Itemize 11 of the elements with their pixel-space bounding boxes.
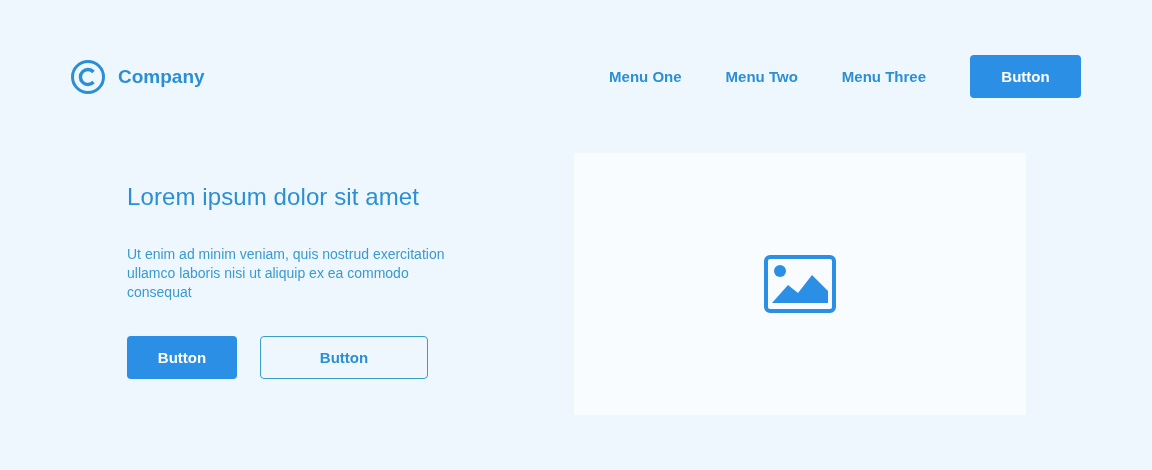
copyright-logo-icon bbox=[70, 58, 106, 95]
company-name: Company bbox=[118, 65, 205, 88]
menu-link[interactable]: Menu Three bbox=[841, 68, 926, 85]
header-button[interactable]: Button bbox=[970, 55, 1081, 98]
image-icon bbox=[764, 255, 836, 313]
menu-link[interactable]: Menu Two bbox=[725, 68, 798, 85]
menu-link[interactable]: Menu One bbox=[609, 68, 682, 85]
hero-text: Ut enim ad minim veniam, quis nostrud exercitation ullamco laboris nisi ut aliquip ex ea commodo consequat bbox=[127, 245, 446, 302]
hero-title: Lorem ipsum dolor sit amet bbox=[127, 183, 421, 211]
outline-button[interactable]: Button bbox=[260, 336, 428, 379]
primary-button[interactable]: Button bbox=[127, 336, 237, 379]
